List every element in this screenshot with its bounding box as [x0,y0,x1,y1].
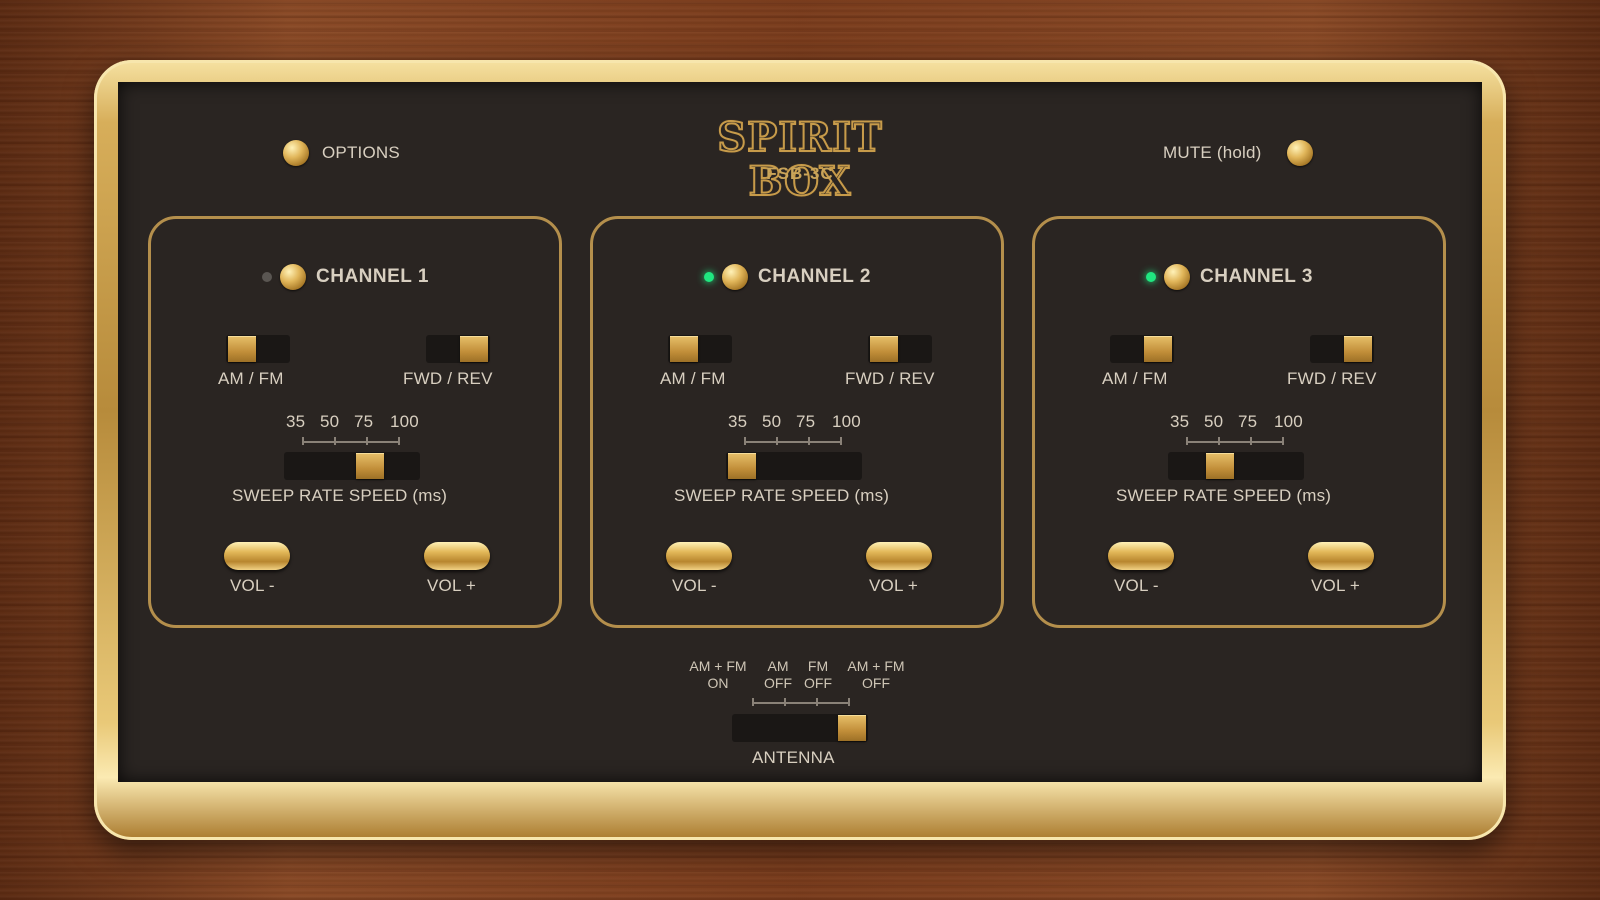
channel-2-direction-label: FWD / REV [845,369,935,388]
channel-3-sweep-tick-label: 75 [1238,412,1258,431]
mute-button[interactable] [1287,140,1313,166]
channel-3-sweep-slider[interactable] [1168,452,1304,480]
channel-1-vol-minus-button[interactable] [224,542,290,570]
toggle-thumb[interactable] [228,336,256,362]
channel-1-vol-minus-label: VOL - [230,576,275,595]
channel-3-direction-label: FWD / REV [1287,369,1377,388]
toggle-thumb[interactable] [870,336,898,362]
channel-1-led [262,272,272,282]
slider-thumb[interactable] [837,715,866,741]
channel-3-vol-plus-button[interactable] [1308,542,1374,570]
slider-thumb[interactable] [1206,453,1234,479]
channel-2-sweep-scale [744,441,842,443]
channel-3-vol-minus-button[interactable] [1108,542,1174,570]
channel-1-vol-plus-label: VOL + [427,576,477,595]
channel-1-sweep-tick-label: 50 [320,412,340,431]
channel-1-sweep-tick-label: 100 [390,412,419,431]
toggle-thumb[interactable] [460,336,488,362]
channel-2-sweep-tick-label: 75 [796,412,816,431]
antenna-option-line2: OFF [862,675,890,691]
channel-2-direction-toggle[interactable] [868,335,932,363]
antenna-option-line1: AM + FM [847,658,905,674]
mute-label: MUTE (hold) [1163,143,1262,162]
channel-1-sweep-scale [302,441,400,443]
options-button[interactable] [283,140,309,166]
channel-1-sweep-label: SWEEP RATE SPEED (ms) [232,486,448,505]
model-number: FSB-3C [766,164,834,183]
channel-1-band-toggle[interactable] [226,335,290,363]
toggle-thumb[interactable] [670,336,698,362]
channel-2-sweep-label: SWEEP RATE SPEED (ms) [674,486,890,505]
channel-3-band-label: AM / FM [1102,369,1168,388]
channel-3-select-button[interactable] [1164,264,1190,290]
toggle-thumb[interactable] [1144,336,1172,362]
channel-3-direction-toggle[interactable] [1310,335,1374,363]
channel-2-title: CHANNEL 2 [758,266,871,287]
channel-2-vol-minus-button[interactable] [666,542,732,570]
channel-3-sweep-scale [1186,441,1284,443]
channel-1-sweep-tick-label: 35 [286,412,306,431]
channel-2-vol-minus-label: VOL - [672,576,717,595]
channel-1-direction-toggle[interactable] [426,335,490,363]
channel-1-sweep-slider[interactable] [284,452,420,480]
channel-2-band-label: AM / FM [660,369,726,388]
toggle-thumb[interactable] [1344,336,1372,362]
channel-2-sweep-slider[interactable] [726,452,862,480]
channel-3-led [1146,272,1156,282]
antenna-slider[interactable] [732,714,868,742]
slider-thumb[interactable] [356,453,384,479]
slider-thumb[interactable] [728,453,756,479]
channel-3-vol-minus-label: VOL - [1114,576,1159,595]
antenna-scale [752,702,850,704]
antenna-option-label: AM + FM OFF [836,658,916,692]
channel-1-title: CHANNEL 1 [316,266,429,287]
channel-2-sweep-tick-label: 35 [728,412,748,431]
channel-3-sweep-tick-label: 100 [1274,412,1303,431]
channel-2-led [704,272,714,282]
channel-3-sweep-tick-label: 50 [1204,412,1224,431]
channel-2-band-toggle[interactable] [668,335,732,363]
options-label: OPTIONS [322,143,400,162]
channel-2-sweep-tick-label: 50 [762,412,782,431]
channel-3-band-toggle[interactable] [1110,335,1174,363]
channel-2-vol-plus-label: VOL + [869,576,919,595]
channel-1-band-label: AM / FM [218,369,284,388]
logo-title: SPIRIT BOX [716,114,883,205]
channel-3-sweep-tick-label: 35 [1170,412,1190,431]
channel-1-direction-label: FWD / REV [403,369,493,388]
channel-1-sweep-tick-label: 75 [354,412,374,431]
channel-2-sweep-tick-label: 100 [832,412,861,431]
antenna-label: ANTENNA [752,748,835,767]
channel-3-title: CHANNEL 3 [1200,266,1313,287]
channel-1-select-button[interactable] [280,264,306,290]
channel-3-sweep-label: SWEEP RATE SPEED (ms) [1116,486,1332,505]
channel-2-select-button[interactable] [722,264,748,290]
channel-3-vol-plus-label: VOL + [1311,576,1361,595]
channel-1-vol-plus-button[interactable] [424,542,490,570]
channel-2-vol-plus-button[interactable] [866,542,932,570]
